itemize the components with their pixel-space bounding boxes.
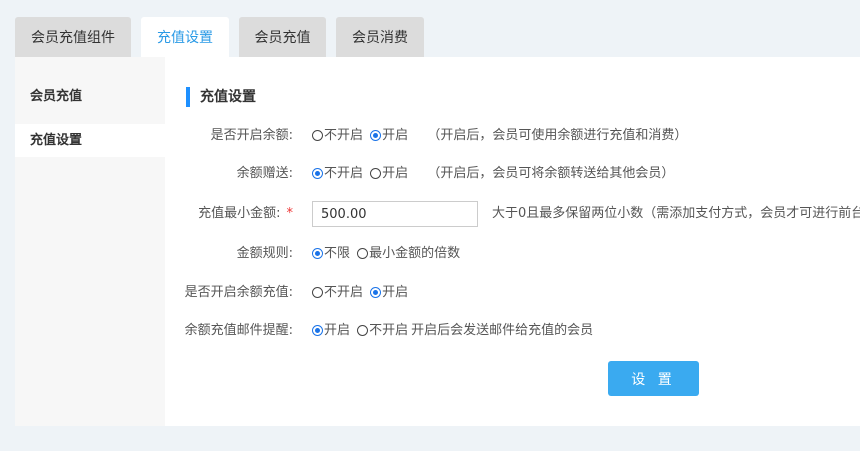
amount-rule-row: 金额规则: 不限 最小金额的倍数 bbox=[165, 241, 860, 267]
min-amount-input[interactable] bbox=[312, 201, 478, 227]
enable-recharge-options: 不开启 开启 bbox=[312, 280, 411, 306]
enable-balance-on-radio[interactable] bbox=[370, 130, 382, 141]
min-amount-row: 充值最小金额: * 大于0且最多保留两位小数（需添加支付方式，会员才可进行前台充值… bbox=[165, 201, 860, 227]
required-mark: * bbox=[286, 206, 294, 221]
enable-balance-off-label[interactable]: 不开启 bbox=[324, 128, 363, 143]
balance-gift-on-label[interactable]: 开启 bbox=[382, 166, 408, 181]
tab-member-recharge-component[interactable]: 会员充值组件 bbox=[15, 17, 131, 57]
email-notice-row: 余额充值邮件提醒: 开启 不开启 开启后会发送邮件给充值的会员 bbox=[165, 318, 860, 344]
sidebar-item-recharge-settings[interactable]: 充值设置 bbox=[15, 124, 165, 157]
min-amount-label: 充值最小金额: bbox=[198, 206, 281, 221]
email-notice-off-radio[interactable] bbox=[357, 325, 369, 336]
submit-button[interactable]: 设 置 bbox=[608, 361, 699, 396]
email-notice-on-radio[interactable] bbox=[312, 325, 323, 336]
amount-rule-multiple-radio[interactable] bbox=[357, 248, 369, 259]
sidebar-item-member-recharge[interactable]: 会员充值 bbox=[15, 80, 165, 113]
sidebar: 会员充值 充值设置 bbox=[15, 57, 165, 426]
content-panel: 会员充值 充值设置 充值设置 是否开启余额: 不开启 开启 （开启后，会员可使用… bbox=[15, 57, 860, 426]
tab-recharge-settings[interactable]: 充值设置 bbox=[141, 17, 229, 57]
enable-balance-hint: （开启后，会员可使用余额进行充值和消费） bbox=[427, 128, 688, 143]
email-notice-on-label[interactable]: 开启 bbox=[324, 323, 350, 338]
email-notice-off-label[interactable]: 不开启 bbox=[369, 323, 408, 338]
min-amount-hint: 大于0且最多保留两位小数（需添加支付方式，会员才可进行前台充值） bbox=[492, 206, 860, 221]
enable-balance-options: 不开启 开启 （开启后，会员可使用余额进行充值和消费） bbox=[312, 123, 687, 149]
enable-recharge-on-radio[interactable] bbox=[370, 287, 382, 298]
section-title: 充值设置 bbox=[186, 87, 256, 107]
balance-gift-label: 余额赠送: bbox=[236, 166, 293, 181]
enable-recharge-row: 是否开启余额充值: 不开启 开启 bbox=[165, 280, 860, 306]
balance-gift-off-label[interactable]: 不开启 bbox=[324, 166, 363, 181]
enable-recharge-on-label[interactable]: 开启 bbox=[382, 285, 408, 300]
amount-rule-unlimited-radio[interactable] bbox=[312, 248, 323, 259]
email-notice-options: 开启 不开启 开启后会发送邮件给充值的会员 bbox=[312, 318, 593, 344]
amount-rule-options: 不限 最小金额的倍数 bbox=[312, 241, 463, 267]
enable-recharge-off-label[interactable]: 不开启 bbox=[324, 285, 363, 300]
tab-member-recharge[interactable]: 会员充值 bbox=[239, 17, 326, 57]
tab-member-consumption[interactable]: 会员消费 bbox=[336, 17, 424, 57]
enable-recharge-off-radio[interactable] bbox=[312, 287, 323, 298]
enable-balance-off-radio[interactable] bbox=[312, 130, 323, 141]
min-amount-label-wrap: 充值最小金额: * bbox=[198, 201, 293, 227]
enable-balance-label: 是否开启余额: bbox=[210, 128, 293, 143]
balance-gift-options: 不开启 开启 （开启后，会员可将余额转送给其他会员） bbox=[312, 161, 674, 187]
enable-balance-row: 是否开启余额: 不开启 开启 （开启后，会员可使用余额进行充值和消费） bbox=[165, 123, 860, 149]
enable-recharge-label: 是否开启余额充值: bbox=[184, 285, 293, 300]
amount-rule-label: 金额规则: bbox=[236, 246, 293, 261]
balance-gift-row: 余额赠送: 不开启 开启 （开启后，会员可将余额转送给其他会员） bbox=[165, 161, 860, 187]
email-notice-hint: 开启后会发送邮件给充值的会员 bbox=[411, 323, 594, 338]
balance-gift-on-radio[interactable] bbox=[370, 168, 382, 179]
balance-gift-off-radio[interactable] bbox=[312, 168, 323, 179]
enable-balance-on-label[interactable]: 开启 bbox=[382, 128, 408, 143]
amount-rule-unlimited-label[interactable]: 不限 bbox=[324, 246, 350, 261]
email-notice-label: 余额充值邮件提醒: bbox=[184, 323, 293, 338]
balance-gift-hint: （开启后，会员可将余额转送给其他会员） bbox=[427, 166, 675, 181]
amount-rule-multiple-label[interactable]: 最小金额的倍数 bbox=[369, 246, 460, 261]
